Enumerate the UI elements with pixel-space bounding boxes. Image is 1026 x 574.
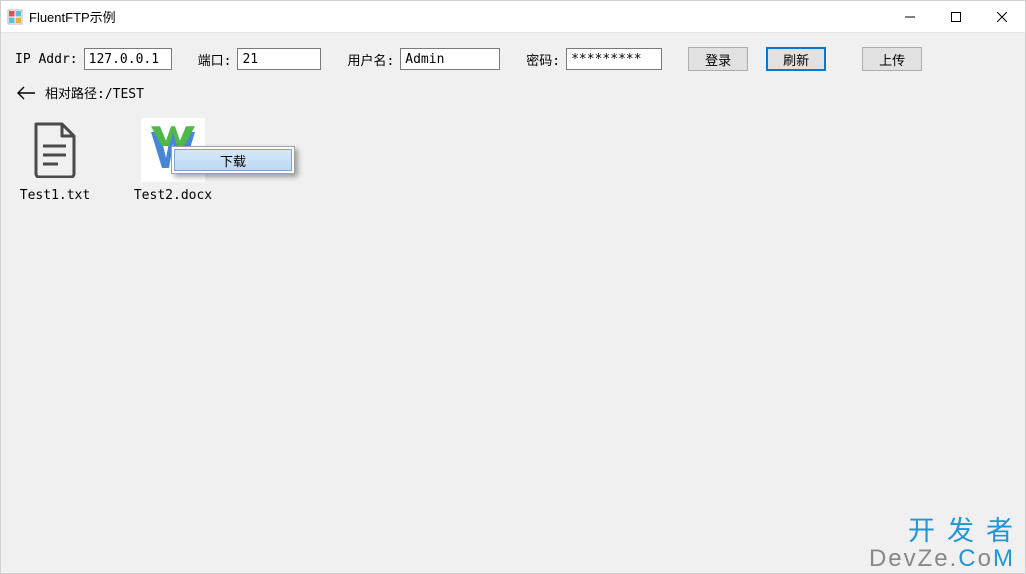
port-label: 端口: bbox=[198, 50, 232, 69]
file-item[interactable]: Test1.txt bbox=[15, 118, 95, 203]
client-area: IP Addr: 端口: 用户名: 密码: 登录 刷新 上传 相对路径:/TES… bbox=[1, 33, 1025, 573]
window-title: FluentFTP示例 bbox=[29, 7, 116, 26]
app-icon bbox=[7, 9, 23, 25]
user-label: 用户名: bbox=[347, 50, 394, 69]
maximize-button[interactable] bbox=[933, 1, 979, 33]
close-button[interactable] bbox=[979, 1, 1025, 33]
login-button[interactable]: 登录 bbox=[688, 47, 748, 71]
username-input[interactable] bbox=[400, 48, 500, 70]
path-label: 相对路径:/TEST bbox=[45, 83, 144, 102]
password-input[interactable] bbox=[566, 48, 662, 70]
ip-input[interactable] bbox=[84, 48, 172, 70]
path-row: 相对路径:/TEST bbox=[15, 83, 1011, 102]
download-menuitem[interactable]: 下载 bbox=[174, 149, 292, 171]
file-name-label: Test2.docx bbox=[134, 188, 212, 203]
text-file-icon bbox=[23, 118, 87, 182]
watermark: 开发者 DevZe.CoM bbox=[869, 517, 1015, 571]
pass-label: 密码: bbox=[526, 50, 560, 69]
file-name-label: Test1.txt bbox=[20, 188, 90, 203]
connection-row: IP Addr: 端口: 用户名: 密码: 登录 刷新 上传 bbox=[15, 47, 1011, 71]
window-controls bbox=[887, 1, 1025, 33]
ip-label: IP Addr: bbox=[15, 52, 78, 67]
port-input[interactable] bbox=[237, 48, 321, 70]
back-arrow-icon[interactable] bbox=[15, 84, 37, 102]
context-menu: 下载 bbox=[171, 146, 295, 174]
refresh-button[interactable]: 刷新 bbox=[766, 47, 826, 71]
minimize-button[interactable] bbox=[887, 1, 933, 33]
titlebar: FluentFTP示例 bbox=[1, 1, 1025, 33]
file-grid: Test1.txt Test2.docx 下载 bbox=[15, 118, 1011, 203]
upload-button[interactable]: 上传 bbox=[862, 47, 922, 71]
